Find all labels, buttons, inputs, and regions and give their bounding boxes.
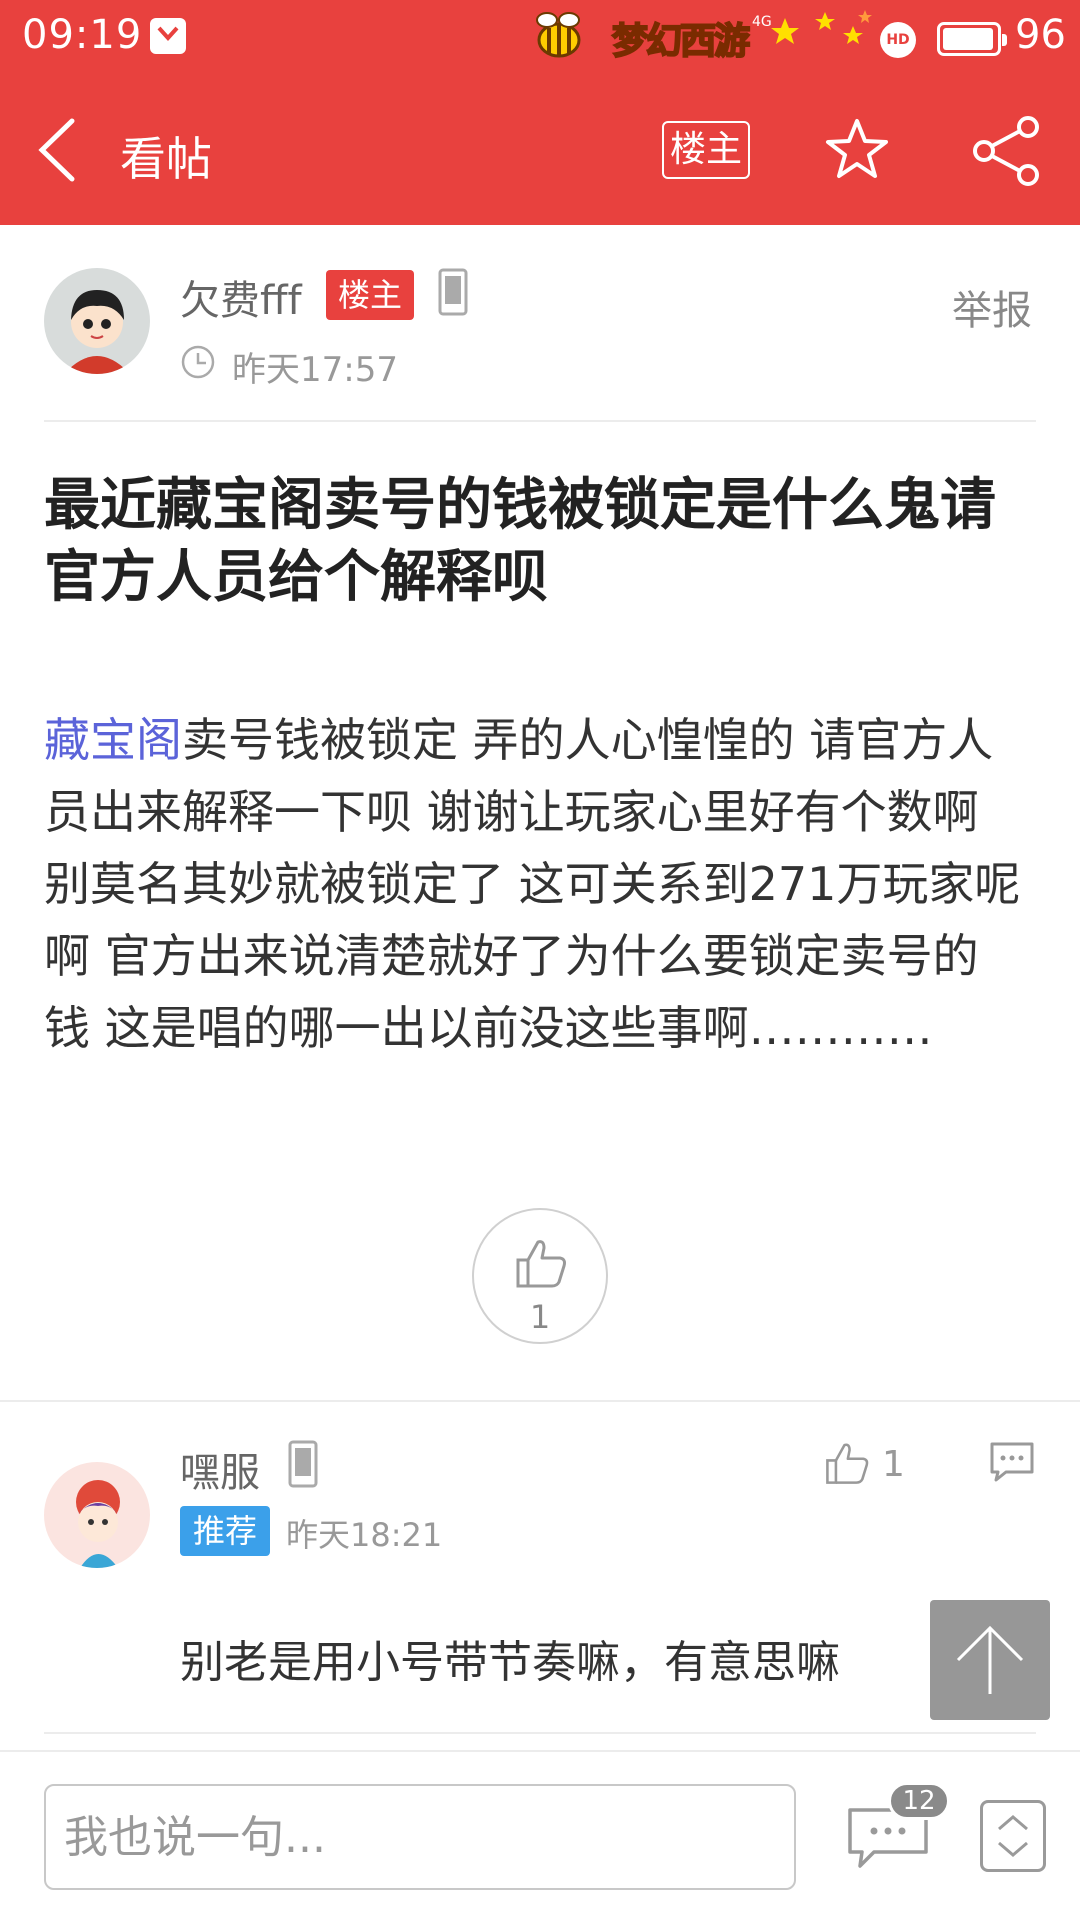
reply-input[interactable]: [44, 1784, 796, 1890]
post-title: 最近藏宝阁卖号的钱被锁定是什么鬼请官方人员给个解释呗: [44, 473, 996, 610]
divider: [44, 1732, 1036, 1734]
bottom-bar: 12: [0, 1750, 1080, 1920]
reply-like-count: 1: [882, 1444, 905, 1485]
game-logo-text: 梦幻西游: [611, 20, 751, 63]
thumbs-up-icon[interactable]: [824, 1440, 870, 1486]
back-arrow-icon[interactable]: [30, 115, 90, 185]
post-like-count: 1: [529, 1298, 551, 1336]
divider: [44, 420, 1036, 422]
battery-percent: 96: [1015, 12, 1066, 58]
replier-name[interactable]: 嘿服: [180, 1440, 260, 1498]
author-name[interactable]: 欠费fff: [180, 268, 302, 326]
reply-text: 别老是用小号带节奏嘛，有意思嘛: [180, 1637, 840, 1688]
navigation-bar: 看帖 楼主: [0, 75, 1080, 225]
section-divider: [0, 1400, 1080, 1402]
status-time: 09:19: [22, 12, 143, 58]
back-to-top-button[interactable]: [930, 1600, 1050, 1720]
battery-icon: [937, 22, 1007, 56]
pocket-icon: [150, 18, 186, 54]
share-icon[interactable]: [970, 115, 1042, 187]
comment-count-badge: 12: [888, 1782, 950, 1820]
stars-icon: [771, 10, 872, 44]
top-bar: 09:19 梦幻西游 4G HD 96 看帖 楼主: [0, 0, 1080, 225]
recommend-badge: 推荐: [180, 1506, 270, 1556]
hd-icon: HD: [880, 22, 916, 58]
phone-icon: [288, 1440, 318, 1488]
post-body-text: 卖号钱被锁定 弄的人心惶惶的 请官方人员出来解释一下呗 谢谢让玩家心里好有个数啊…: [44, 713, 1021, 1055]
post-time: 昨天17:57: [232, 350, 398, 390]
page-jump-button[interactable]: [980, 1800, 1046, 1872]
comment-icon[interactable]: [988, 1440, 1036, 1484]
status-bar: 09:19 梦幻西游 4G HD 96: [0, 0, 1080, 75]
reply-time: 昨天18:21: [286, 1516, 443, 1554]
post-like-button[interactable]: 1: [472, 1208, 608, 1344]
author-avatar[interactable]: [44, 268, 150, 374]
owner-only-button[interactable]: 楼主: [662, 121, 750, 179]
up-down-icon: [998, 1815, 1028, 1857]
page-title: 看帖: [120, 132, 212, 186]
post-body: 藏宝阁卖号钱被锁定 弄的人心惶惶的 请官方人员出来解释一下呗 谢谢让玩家心里好有…: [44, 704, 1024, 1064]
arrow-up-icon: [956, 1625, 1024, 1694]
clock-icon: [181, 345, 215, 379]
report-button[interactable]: 举报: [952, 278, 1032, 336]
phone-icon: [438, 268, 468, 316]
replier-avatar[interactable]: [44, 1462, 150, 1568]
owner-badge: 楼主: [326, 270, 414, 320]
thumbs-up-icon: [516, 1240, 566, 1288]
star-icon[interactable]: [822, 115, 892, 185]
battery-fill: [943, 28, 993, 50]
cangbaoge-link[interactable]: 藏宝阁: [44, 713, 182, 767]
